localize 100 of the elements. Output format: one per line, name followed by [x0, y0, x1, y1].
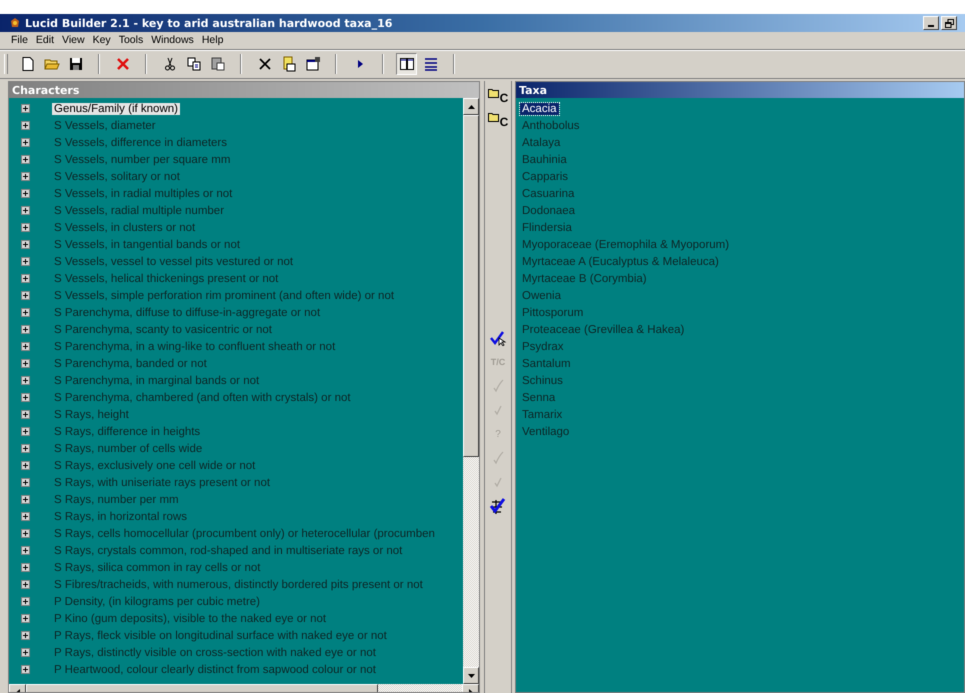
expand-icon[interactable] [21, 461, 30, 470]
taxon-item[interactable]: Myrtaceae B (Corymbia) [520, 272, 649, 284]
menu-item[interactable]: Key [90, 34, 116, 46]
character-item[interactable]: S Rays, number per mm [52, 494, 181, 506]
taxon-item[interactable]: Proteaceae (Grevillea & Hakea) [520, 324, 686, 336]
expand-icon[interactable] [21, 138, 30, 147]
restore-icon[interactable] [944, 18, 954, 28]
character-item[interactable]: S Fibres/tracheids, with numerous, distinctly bordered pits present or not [52, 578, 425, 590]
expand-icon[interactable] [21, 597, 30, 606]
paste-icon[interactable] [210, 56, 226, 72]
character-item[interactable]: S Vessels, radial multiple number [52, 204, 226, 216]
menu-item[interactable]: View [59, 34, 90, 46]
expand-icon[interactable] [21, 308, 30, 317]
character-item[interactable]: S Vessels, solitary or not [52, 170, 182, 182]
window-icon[interactable] [304, 56, 320, 72]
taxon-item[interactable]: Myrtaceae A (Eucalyptus & Melaleuca) [520, 256, 721, 268]
taxon-item[interactable]: Dodonaea [520, 204, 578, 216]
save-icon[interactable] [68, 56, 84, 72]
character-item[interactable]: S Vessels, diameter [52, 120, 158, 132]
character-item[interactable]: S Rays, difference in heights [52, 426, 202, 438]
expand-icon[interactable] [21, 104, 30, 113]
expand-icon[interactable] [21, 240, 30, 249]
character-item[interactable]: S Rays, crystals common, rod-shaped and in multiseriate rays or not [52, 544, 404, 556]
character-item[interactable]: P Rays, fleck visible on longitudinal surface with naked eye or not [52, 630, 389, 642]
expand-icon[interactable] [21, 376, 30, 385]
character-item[interactable]: S Vessels, in tangential bands or not [52, 238, 242, 250]
taxon-item[interactable]: Capparis [520, 170, 570, 182]
taxon-item[interactable]: Flindersia [520, 222, 574, 234]
delete-icon[interactable] [114, 56, 130, 72]
character-item[interactable]: S Parenchyma, banded or not [52, 358, 209, 370]
expand-icon[interactable] [21, 359, 30, 368]
character-item[interactable]: S Vessels, vessel to vessel pits vestured or not [52, 256, 296, 268]
taxon-item[interactable]: Pittosporum [520, 306, 586, 318]
expand-icon[interactable] [21, 427, 30, 436]
expand-icon[interactable] [21, 206, 30, 215]
taxon-item[interactable]: Casuarina [520, 188, 576, 200]
clipboard-icon[interactable] [280, 56, 296, 72]
expand-icon[interactable] [21, 274, 30, 283]
character-item[interactable]: S Vessels, simple perforation rim prominent (and often wide) or not [52, 290, 396, 302]
character-item[interactable]: S Parenchyma, scanty to vasicentric or not [52, 324, 274, 336]
expand-icon[interactable] [21, 529, 30, 538]
character-item[interactable]: P Heartwood, colour clearly distinct from sapwood colour or not [52, 664, 378, 676]
taxon-item[interactable]: Schinus [520, 374, 565, 386]
character-item[interactable]: S Rays, height [52, 408, 131, 420]
taxon-item[interactable]: Santalum [520, 358, 573, 370]
taxon-item[interactable]: Atalaya [520, 136, 562, 148]
character-item[interactable]: S Rays, number of cells wide [52, 442, 204, 454]
taxon-item[interactable]: Tamarix [520, 408, 564, 420]
menu-item[interactable]: Tools [116, 34, 148, 46]
expand-icon[interactable] [21, 512, 30, 521]
check-list-icon[interactable] [489, 497, 507, 515]
expand-icon[interactable] [21, 444, 30, 453]
menu-item[interactable]: Help [198, 34, 228, 46]
expand-icon[interactable] [21, 546, 30, 555]
character-item[interactable]: S Vessels, difference in diameters [52, 136, 230, 148]
taxon-item[interactable]: Anthobolus [520, 120, 582, 132]
character-item[interactable]: S Rays, silica common in ray cells or not [52, 562, 262, 574]
character-item[interactable]: S Vessels, in clusters or not [52, 222, 198, 234]
new-file-icon[interactable] [20, 56, 36, 72]
character-item[interactable]: S Parenchyma, diffuse to diffuse-in-aggregate or not [52, 306, 322, 318]
character-item[interactable]: P Density, (in kilograms per cubic metre) [52, 596, 262, 608]
folder-c-button[interactable]: C [488, 88, 508, 104]
expand-icon[interactable] [21, 393, 30, 402]
expand-icon[interactable] [21, 580, 30, 589]
character-item[interactable]: S Parenchyma, in marginal bands or not [52, 374, 262, 386]
character-item[interactable]: S Vessels, in radial multiples or not [52, 188, 234, 200]
folder-c-button[interactable]: C [488, 112, 508, 128]
taxon-item[interactable]: Ventilago [520, 426, 572, 438]
expand-icon[interactable] [21, 172, 30, 181]
expand-icon[interactable] [21, 665, 30, 674]
minimize-button[interactable] [923, 16, 939, 30]
taxon-item[interactable]: Owenia [520, 290, 563, 302]
character-item[interactable]: P Kino (gum deposits), visible to the naked eye or not [52, 612, 328, 624]
character-item[interactable]: S Vessels, number per square mm [52, 154, 232, 166]
copy-icon[interactable] [186, 56, 202, 72]
restore-button[interactable] [941, 16, 957, 30]
up-arrow-icon[interactable] [468, 104, 474, 108]
expand-icon[interactable] [21, 189, 30, 198]
expand-icon[interactable] [21, 121, 30, 130]
character-item[interactable]: S Rays, in horizontal rows [52, 510, 189, 522]
expand-icon[interactable] [21, 648, 30, 657]
taxon-item[interactable]: Psydrax [520, 340, 566, 352]
character-item[interactable]: P Rays, distinctly visible on cross-section with naked eye or not [52, 646, 378, 658]
taxon-item[interactable]: Bauhinia [520, 154, 569, 166]
expand-icon[interactable] [21, 155, 30, 164]
character-item[interactable]: S Rays, with uniseriate rays present or not [52, 476, 272, 488]
menu-item[interactable]: Windows [148, 34, 199, 46]
expand-icon[interactable] [21, 410, 30, 419]
character-item[interactable]: S Parenchyma, in a wing-like to confluent sheath or not [52, 340, 338, 352]
expand-icon[interactable] [21, 563, 30, 572]
taxon-item[interactable]: Acacia [520, 102, 559, 114]
close-icon[interactable] [256, 56, 272, 72]
character-item[interactable]: S Rays, exclusively one cell wide or not [52, 460, 258, 472]
menu-item[interactable]: Edit [32, 34, 60, 46]
expand-icon[interactable] [21, 614, 30, 623]
character-item[interactable]: S Vessels, helical thickenings present or not [52, 272, 280, 284]
character-item[interactable]: S Parenchyma, chambered (and often with crystals) or not [52, 392, 353, 404]
down-arrow-icon[interactable] [468, 674, 474, 678]
expand-icon[interactable] [21, 291, 30, 300]
expand-icon[interactable] [21, 495, 30, 504]
